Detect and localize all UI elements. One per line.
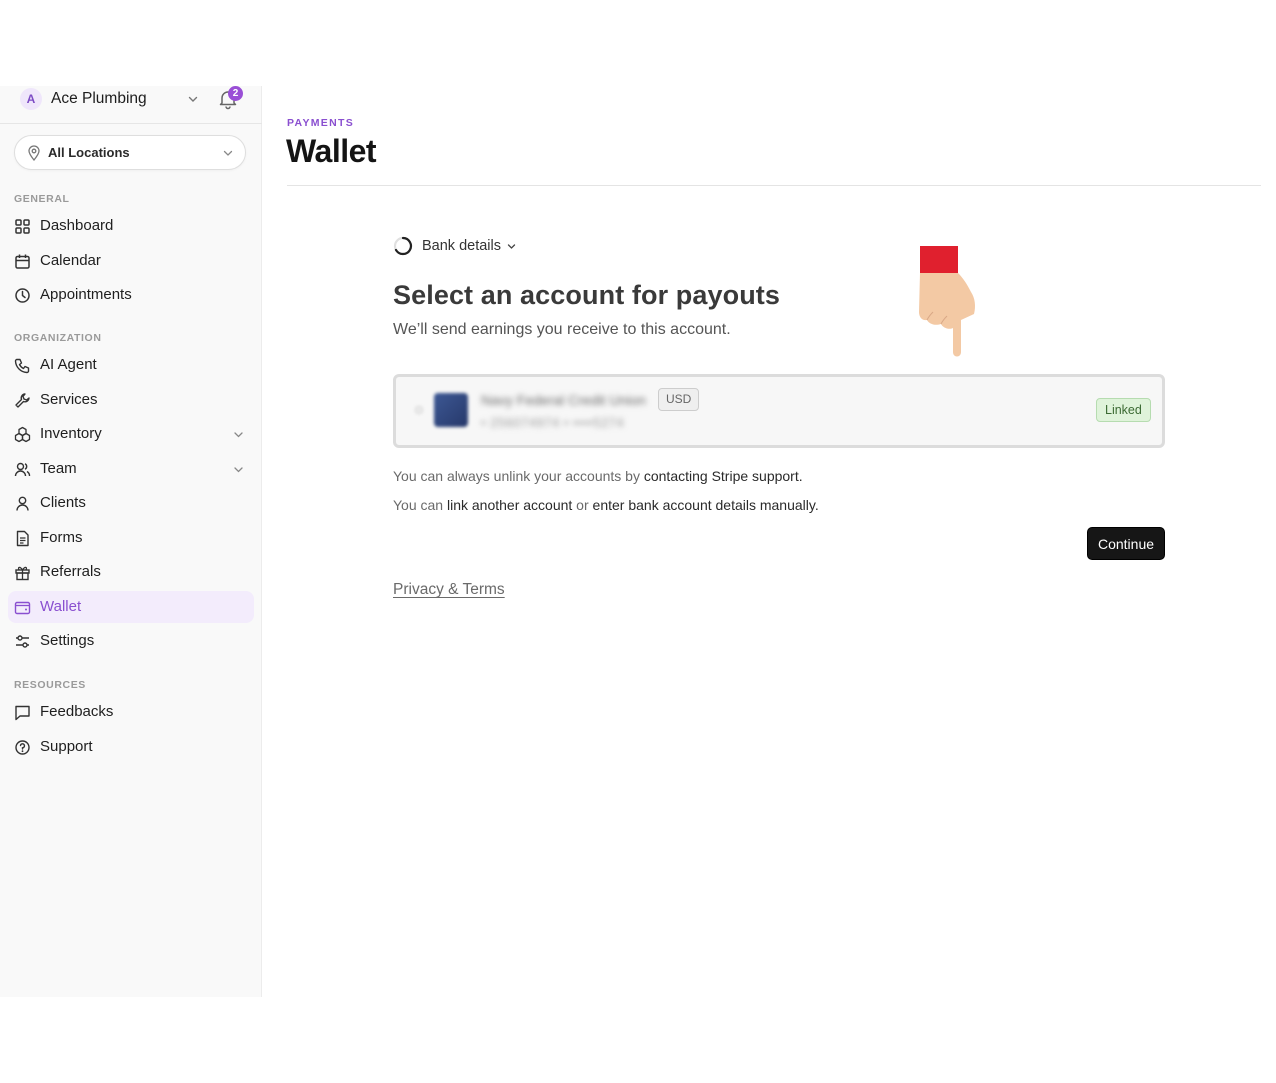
sidebar-item-label: Support (40, 738, 93, 755)
sidebar-item-label: Calendar (40, 252, 101, 269)
wrench-icon (15, 393, 30, 408)
sidebar-item-label: Clients (40, 494, 86, 511)
bank-logo (434, 393, 468, 427)
sidebar-item-label: Feedbacks (40, 703, 114, 720)
sidebar-item-label: Wallet (40, 598, 82, 615)
sidebar-item-label: Dashboard (40, 217, 114, 234)
payout-panel: Bank details Select an account for payou… (393, 236, 1168, 606)
gift-icon (15, 566, 30, 581)
notification-badge: 2 (228, 86, 243, 101)
main-content: PAYMENTS Wallet Bank details Select an a… (263, 86, 1276, 997)
sidebar-item-feedbacks[interactable]: Feedbacks (8, 696, 254, 728)
clock-icon (15, 288, 30, 303)
message-icon (15, 705, 30, 721)
location-select[interactable]: All Locations (14, 135, 246, 170)
contact-stripe-link[interactable]: contacting Stripe support. (644, 468, 803, 484)
sidebar-item-label: AI Agent (40, 356, 97, 373)
sidebar-item-label: Settings (40, 632, 95, 649)
org-avatar: A (20, 88, 42, 110)
chevron-down-icon (223, 150, 233, 156)
sidebar-item-team[interactable]: Team (8, 453, 254, 485)
currency-badge: USD (658, 388, 700, 411)
sidebar-item-settings[interactable]: Settings (8, 625, 254, 657)
help-circle-icon (15, 740, 30, 755)
app-frame: A Ace Plumbing 2 All Locations GENERAL D… (0, 86, 1276, 997)
sidebar-item-wallet[interactable]: Wallet (8, 591, 254, 623)
sidebar-item-clients[interactable]: Clients (8, 487, 254, 519)
account-radio[interactable] (414, 405, 424, 415)
header-divider (287, 185, 1261, 186)
document-icon (16, 530, 29, 547)
link-another-account-link[interactable]: link another account (447, 497, 572, 513)
user-icon (16, 496, 29, 511)
section-heading-general: GENERAL (14, 193, 70, 205)
sidebar-item-appointments[interactable]: Appointments (8, 279, 254, 311)
payout-subtitle: We’ll send earnings you receive to this … (393, 321, 731, 338)
bank-details-toggle[interactable]: Bank details (422, 238, 501, 254)
phone-icon (14, 358, 30, 374)
sidebar-item-label: Appointments (40, 286, 132, 303)
bank-account-option[interactable]: Navy Federal Credit Union • 256074974 • … (393, 374, 1165, 448)
sidebar-item-label: Team (40, 460, 77, 477)
org-switcher[interactable]: A Ace Plumbing 2 (0, 86, 262, 124)
bank-account-number: • 256074974 • ••••5274 (481, 415, 625, 430)
sidebar-item-services[interactable]: Services (8, 384, 254, 416)
enter-manually-link[interactable]: enter bank account details manually. (593, 497, 819, 513)
map-pin-icon (28, 145, 40, 161)
page-title: Wallet (286, 133, 377, 169)
section-heading-organization: ORGANIZATION (14, 332, 102, 344)
sidebar-item-dashboard[interactable]: Dashboard (8, 210, 254, 242)
grid-icon (15, 219, 30, 234)
continue-button[interactable]: Continue (1087, 527, 1165, 560)
link-note-text: You can (393, 497, 447, 513)
page-eyebrow: PAYMENTS (287, 117, 354, 129)
sidebar: A Ace Plumbing 2 All Locations GENERAL D… (0, 86, 262, 997)
chevron-down-icon[interactable] (232, 428, 245, 441)
sidebar-item-support[interactable]: Support (8, 731, 254, 763)
sidebar-item-calendar[interactable]: Calendar (8, 245, 254, 277)
unlink-note: You can always unlink your accounts by c… (393, 468, 803, 484)
chevron-down-icon[interactable] (232, 463, 245, 476)
sliders-icon (16, 635, 29, 648)
sidebar-item-inventory[interactable]: Inventory (8, 418, 254, 450)
sidebar-item-label: Services (40, 391, 98, 408)
link-note: You can link another account or enter ba… (393, 497, 819, 513)
sidebar-item-ai-agent[interactable]: AI Agent (8, 349, 254, 381)
payout-title: Select an account for payouts (393, 280, 780, 310)
chevron-down-icon[interactable] (506, 241, 517, 252)
sidebar-item-forms[interactable]: Forms (8, 522, 254, 554)
chevron-down-icon[interactable] (186, 92, 200, 106)
location-select-value: All Locations (48, 145, 130, 160)
users-icon (14, 462, 31, 477)
wallet-icon (14, 601, 31, 615)
sidebar-item-label: Inventory (40, 425, 102, 442)
bank-name: Navy Federal Credit Union (481, 392, 646, 408)
status-badge: Linked (1096, 398, 1151, 422)
pointing-hand-icon (919, 246, 975, 357)
sidebar-item-label: Forms (40, 529, 83, 546)
boxes-icon (14, 426, 31, 443)
spinner-icon (393, 236, 413, 256)
link-note-text: or (572, 497, 593, 513)
unlink-note-text: You can always unlink your accounts by (393, 468, 644, 484)
sidebar-item-referrals[interactable]: Referrals (8, 556, 254, 588)
sidebar-item-label: Referrals (40, 563, 101, 580)
section-heading-resources: RESOURCES (14, 679, 86, 691)
org-name: Ace Plumbing (51, 90, 147, 107)
privacy-terms-link[interactable]: Privacy & Terms (393, 581, 505, 599)
calendar-icon (15, 254, 30, 269)
